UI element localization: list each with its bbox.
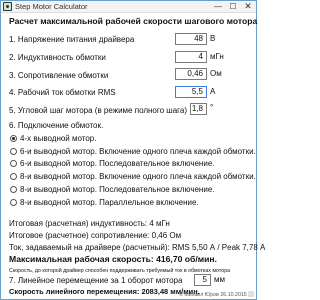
app-icon xyxy=(3,2,12,11)
resize-grip[interactable] xyxy=(248,291,254,297)
title-bar[interactable]: Step Motor Calculator — ☐ ✕ xyxy=(1,1,256,13)
connection-option-label: 8-и выводной мотор. Параллельное включен… xyxy=(20,198,199,207)
inductance-input[interactable]: 4 xyxy=(175,51,207,63)
resistance-unit: Ом xyxy=(210,69,222,78)
result-max-speed: Максимальная рабочая скорость: 416,70 об… xyxy=(9,254,217,264)
param-resistance-label: 3. Сопротивление обмотки xyxy=(9,71,109,80)
resistance-input[interactable]: 0,46 xyxy=(175,68,207,80)
close-button[interactable]: ✕ xyxy=(240,1,256,12)
param-voltage-label: 1. Напряжение питания драйвера xyxy=(9,35,135,44)
connection-group-label: 6. Подключение обмоток. xyxy=(9,121,104,130)
minimize-button[interactable]: — xyxy=(210,1,226,12)
result-linear-speed: Скорость линейного перемещения: 2083,48 … xyxy=(9,287,200,296)
radio-button[interactable] xyxy=(10,148,17,155)
result-driver-current: Ток, задаваемый на драйвере (расчетный):… xyxy=(9,243,266,252)
voltage-input[interactable]: 48 xyxy=(175,33,207,45)
result-inductance: Итоговая (расчетная) индуктивность: 4 мГ… xyxy=(9,219,170,228)
radio-button[interactable] xyxy=(10,199,17,206)
current-unit: А xyxy=(210,87,216,96)
param-linear-label: 7. Линейное перемещение за 1 оборот мото… xyxy=(9,276,183,285)
connection-option-label: 8-и выводной мотор. Последовательное вкл… xyxy=(20,185,215,194)
connection-option-label: 6-и выводной мотор. Включение одного пле… xyxy=(20,147,256,156)
connection-option-label: 4-х выводной мотор. xyxy=(20,134,97,143)
connection-option-label: 6-и выводной мотор. Последовательное вкл… xyxy=(20,159,215,168)
radio-button-checked[interactable] xyxy=(10,135,17,142)
connection-option-label: 8-и выводной мотор. Включение одного пле… xyxy=(20,172,256,181)
param-inductance-label: 2. Индуктивность обмотки xyxy=(9,53,106,62)
copyright-footer: © Михаил Юров 26.10.2015 xyxy=(179,292,247,298)
current-input[interactable]: 5,5 xyxy=(175,86,207,98)
param-step-angle-label: 5. Угловой шаг мотора (в режиме полного … xyxy=(9,106,188,115)
radio-button[interactable] xyxy=(10,186,17,193)
voltage-unit: В xyxy=(210,34,216,43)
linear-unit: мм xyxy=(214,275,225,284)
page-heading: Расчет максимальной рабочей скорости шаг… xyxy=(9,16,258,26)
linear-travel-input[interactable]: 5 xyxy=(194,274,211,286)
radio-button[interactable] xyxy=(10,160,17,167)
maximize-button[interactable]: ☐ xyxy=(225,1,241,12)
step-angle-unit: ° xyxy=(210,103,214,112)
radio-button[interactable] xyxy=(10,173,17,180)
step-angle-input[interactable]: 1,8 xyxy=(190,103,207,115)
param-current-label: 4. Рабочий ток обмотки RMS xyxy=(9,88,116,97)
app-window: Step Motor Calculator — ☐ ✕ Расчет макси… xyxy=(0,0,265,300)
inductance-unit: мГн xyxy=(210,52,224,61)
window-title: Step Motor Calculator xyxy=(15,2,88,11)
result-resistance: Итоговое (расчетное) сопротивление: 0,46… xyxy=(9,231,182,240)
